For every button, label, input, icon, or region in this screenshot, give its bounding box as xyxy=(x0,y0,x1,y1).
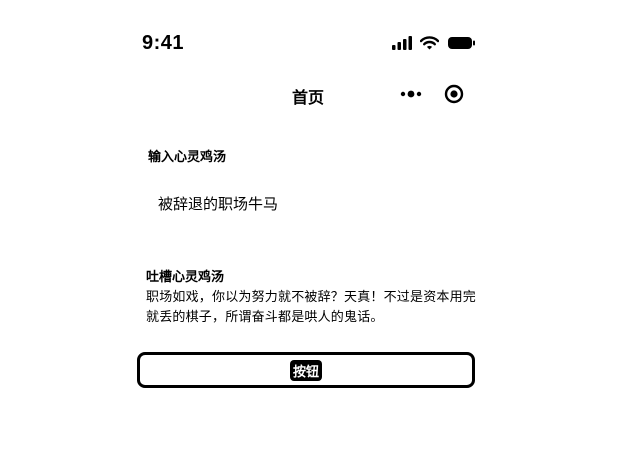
soup-input[interactable] xyxy=(148,186,478,220)
output-text: 职场如戏，你以为努力就不被辞？天真！不过是资本用完就丢的棋子，所谓奋斗都是哄人的… xyxy=(146,290,477,325)
wifi-icon xyxy=(420,36,439,50)
target-icon[interactable] xyxy=(444,84,464,104)
submit-button[interactable]: 按钮 xyxy=(137,352,475,388)
nav-bar: 首页 xyxy=(0,76,636,112)
input-label: 输入心灵鸡汤 xyxy=(148,150,227,165)
battery-icon xyxy=(448,37,475,49)
page-title: 首页 xyxy=(291,88,324,107)
output-label: 吐槽心灵鸡汤 xyxy=(146,270,225,285)
signal-icon xyxy=(392,36,412,50)
status-bar: 9:41 xyxy=(0,0,636,80)
status-time: 9:41 xyxy=(142,32,185,54)
more-icon[interactable] xyxy=(400,89,422,99)
submit-button-label: 按钮 xyxy=(289,359,322,381)
